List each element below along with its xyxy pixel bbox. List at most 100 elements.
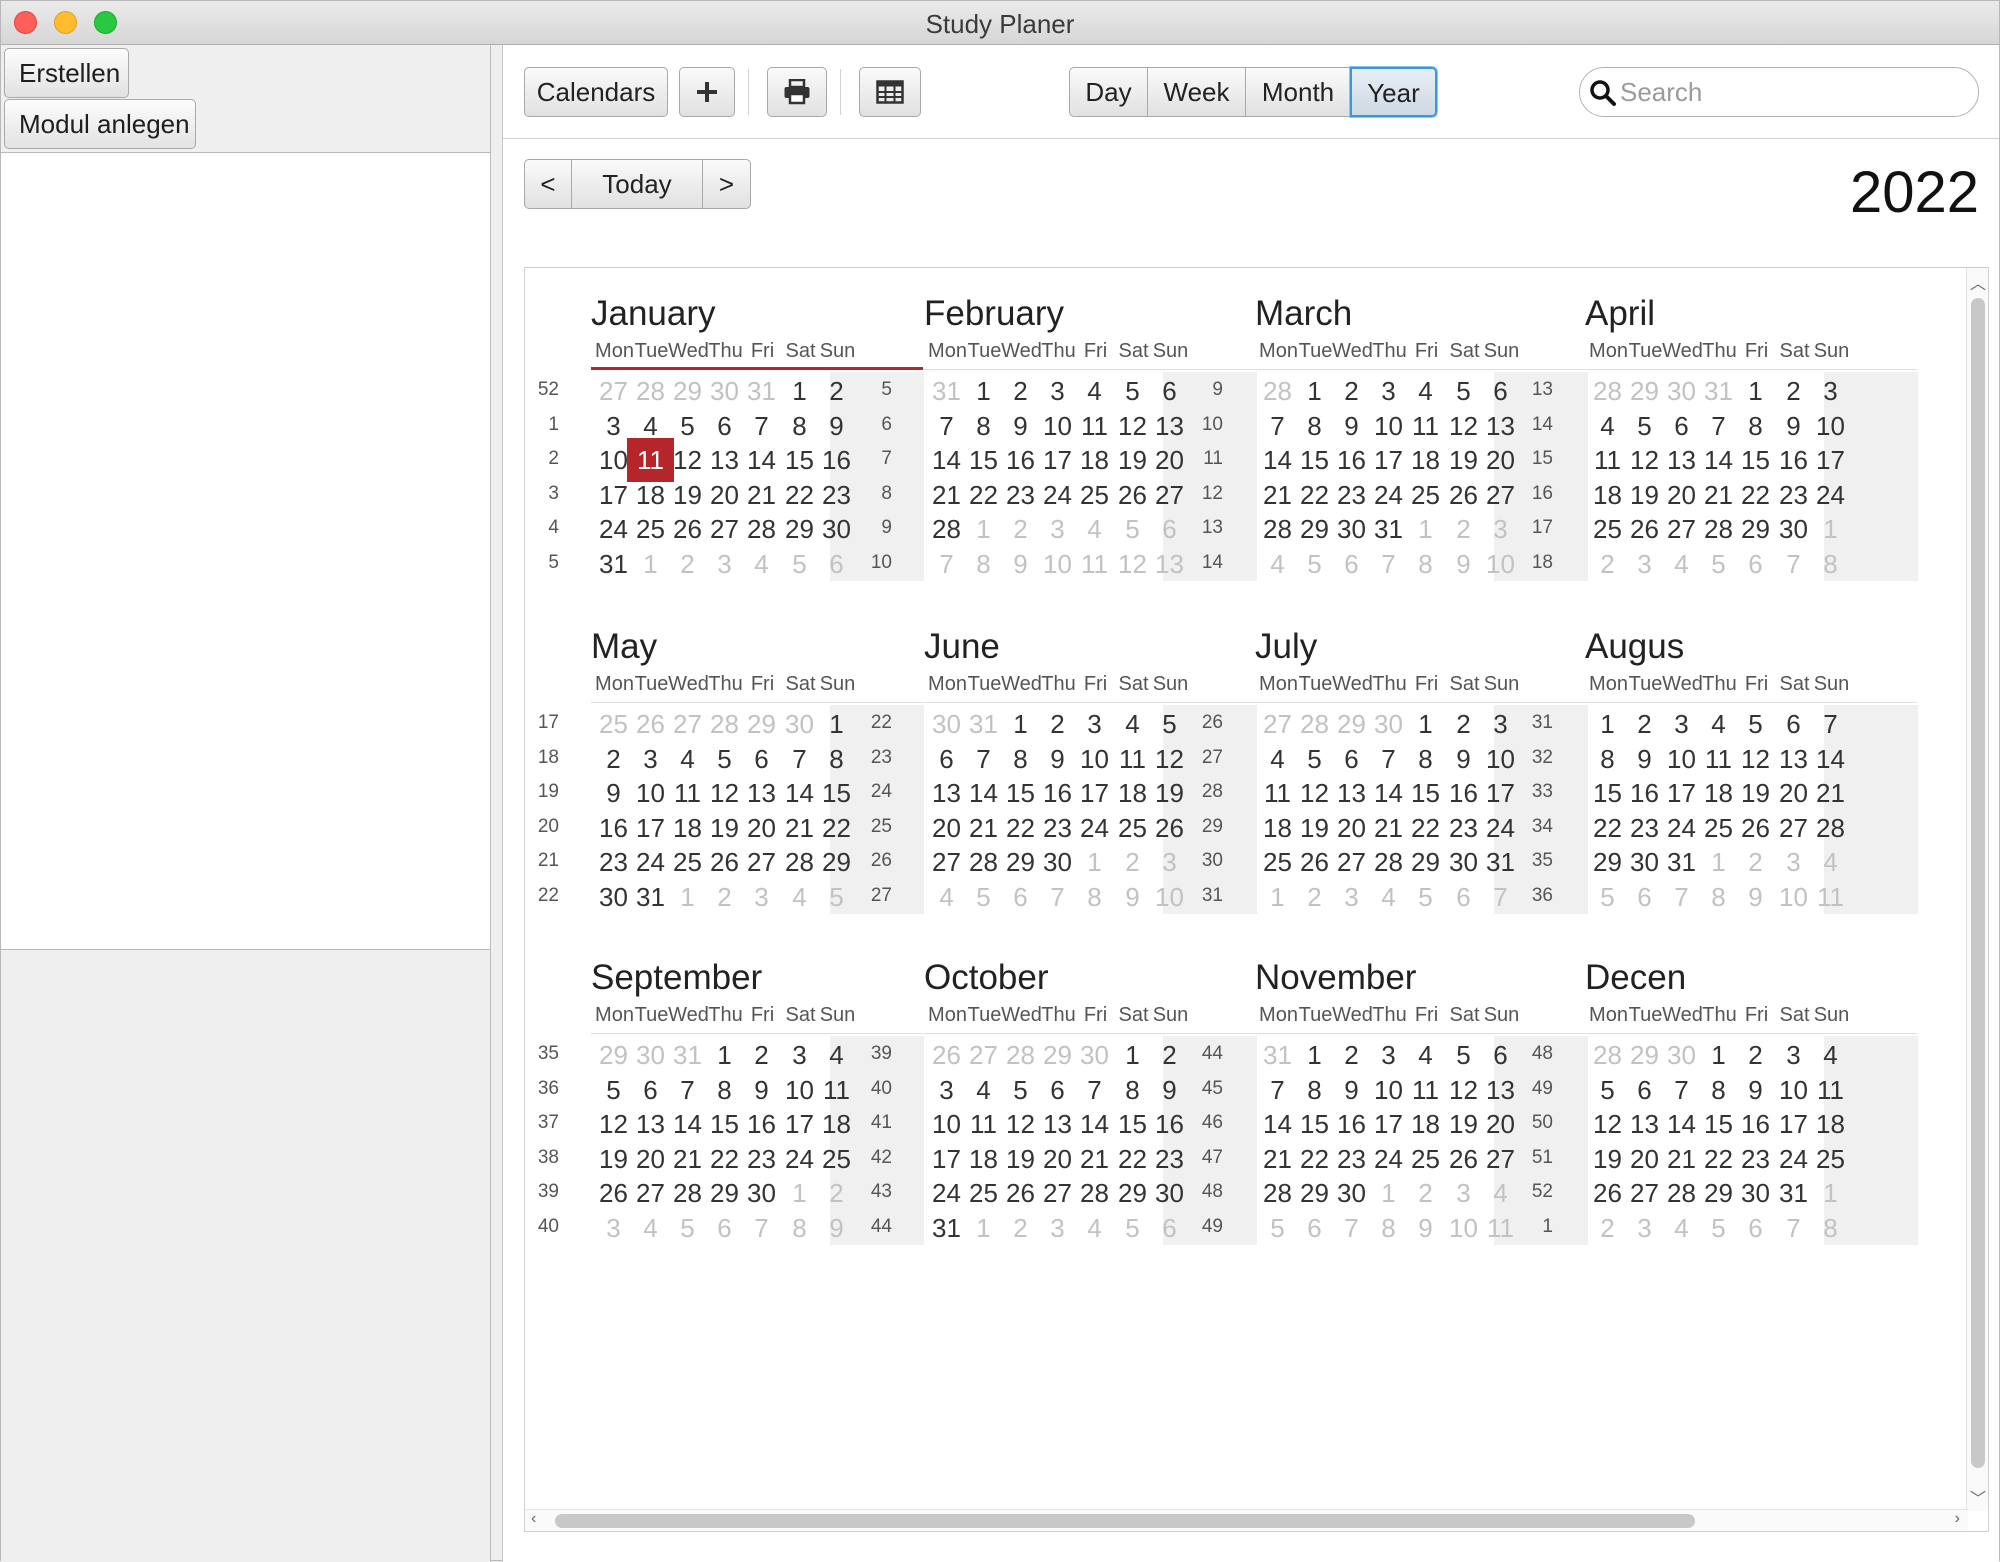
week-number: 43	[870, 1181, 892, 1202]
week-number: 48	[1201, 1181, 1223, 1202]
week-number: 9	[881, 517, 892, 538]
horizontal-scrollbar[interactable]: ‹ ›	[525, 1509, 1968, 1531]
weekday-label: Sun	[1483, 340, 1520, 362]
year-title: 2022	[1849, 160, 1979, 225]
month-card: September Mon Tue Wed Thu Fri Sat Sun 35 29 30 31 1 2…	[525, 932, 924, 1352]
week-number: 11	[1203, 448, 1223, 469]
scroll-up-icon[interactable]: ︿	[1970, 270, 1986, 294]
month-view-button[interactable]: Month	[1245, 67, 1351, 117]
week-number: 36	[537, 1077, 559, 1099]
month-title: July	[1255, 627, 1318, 666]
search-input[interactable]	[1620, 73, 1960, 111]
day-cell[interactable]: 10	[1477, 542, 1524, 586]
today-button[interactable]: Today	[571, 159, 703, 209]
month-title: March	[1255, 294, 1353, 333]
scroll-left-icon[interactable]: ‹	[531, 1510, 536, 1528]
week-number: 7	[881, 448, 892, 469]
week-number: 6	[881, 413, 892, 435]
weekday-header: Mon Tue Wed Thu Fri Sat Sun	[1585, 1004, 1917, 1034]
week-number: 28	[1201, 781, 1223, 802]
week-number: 41	[870, 1112, 892, 1133]
vertical-scrollbar[interactable]: ︿ ﹀	[1966, 268, 1988, 1511]
erstellen-button[interactable]: Erstellen	[4, 48, 129, 98]
week-number: 13	[1531, 379, 1553, 400]
calendars-button[interactable]: Calendars	[524, 67, 668, 117]
day-cell[interactable]: 13	[1146, 542, 1193, 586]
week-number: 12	[1201, 482, 1223, 504]
week-number: 36	[1531, 884, 1553, 906]
weekday-label: Sun	[1813, 673, 1850, 695]
plus-icon	[697, 82, 717, 102]
week-number: 22	[870, 712, 892, 733]
table-view-button[interactable]	[859, 67, 921, 117]
calendar-toolbar: Calendars Day Week Month Year	[503, 45, 1999, 139]
vertical-scroll-thumb[interactable]	[1971, 298, 1985, 1468]
week-number: 34	[1531, 815, 1553, 837]
weekday-label: Sun	[819, 340, 856, 362]
day-cell[interactable]: 5	[813, 875, 860, 919]
week-number: 3	[548, 482, 559, 504]
week-number: 19	[537, 781, 559, 802]
week-number: 44	[870, 1215, 892, 1237]
weekday-label: Sun	[819, 1004, 856, 1026]
month-title: June	[924, 627, 1000, 666]
day-cell[interactable]: 6	[1146, 1206, 1193, 1250]
year-grid[interactable]: January Mon Tue Wed Thu Fri Sat Sun 52 27 28 29 30 31…	[524, 267, 1989, 1532]
month-title: February	[924, 294, 1065, 333]
week-number: 47	[1201, 1146, 1223, 1168]
month-title: May	[591, 627, 658, 666]
week-number: 40	[537, 1215, 559, 1237]
week-number: 20	[537, 815, 559, 837]
previous-button[interactable]: <	[524, 159, 572, 209]
day-cell[interactable]: 6	[813, 542, 860, 586]
day-cell[interactable]: 7	[1477, 875, 1524, 919]
week-number: 8	[881, 482, 892, 504]
day-view-button[interactable]: Day	[1069, 67, 1148, 117]
day-cell[interactable]: 11	[1807, 875, 1854, 919]
print-button[interactable]	[767, 67, 827, 117]
day-cell[interactable]: 8	[1807, 1206, 1854, 1250]
week-number: 37	[537, 1112, 559, 1133]
week-number: 9	[1212, 379, 1223, 400]
week-number: 42	[870, 1146, 892, 1168]
week-number: 39	[537, 1181, 559, 1202]
modul-anlegen-button[interactable]: Modul anlegen	[4, 99, 196, 149]
weekday-label: Sun	[819, 673, 856, 695]
weekday-label: Sun	[1483, 673, 1520, 695]
month-title: November	[1255, 958, 1417, 997]
week-number: 44	[1201, 1043, 1223, 1064]
scroll-down-icon[interactable]: ﹀	[1970, 1485, 1986, 1509]
weekday-header: Mon Tue Wed Thu Fri Sat Sun	[1585, 673, 1917, 703]
week-number: 45	[1201, 1077, 1223, 1099]
week-number: 26	[870, 850, 892, 871]
year-view-button[interactable]: Year	[1350, 67, 1437, 117]
date-navigation: < Today >	[524, 159, 751, 209]
title-bar: Study Planer	[1, 1, 1999, 45]
week-view-button[interactable]: Week	[1147, 67, 1246, 117]
week-number: 23	[870, 746, 892, 768]
day-cell[interactable]: 9	[813, 1206, 860, 1250]
day-cell[interactable]: 10	[1146, 875, 1193, 919]
day-cell[interactable]: 8	[1807, 542, 1854, 586]
next-button[interactable]: >	[702, 159, 751, 209]
week-number: 49	[1531, 1077, 1553, 1099]
add-entry-button[interactable]	[679, 67, 735, 117]
module-list[interactable]	[1, 152, 490, 950]
calendar-view: Calendars Day Week Month Year Search < T…	[502, 45, 1999, 1562]
month-title: April	[1585, 294, 1656, 333]
week-number: 13	[1201, 517, 1223, 538]
week-number: 48	[1531, 1043, 1553, 1064]
search-field[interactable]	[1579, 67, 1979, 117]
week-number: 35	[537, 1043, 559, 1064]
week-number: 31	[1201, 884, 1223, 906]
week-number: 29	[1201, 815, 1223, 837]
month-title: October	[924, 958, 1049, 997]
week-number: 49	[1201, 1215, 1223, 1237]
week-number: 22	[537, 884, 559, 906]
day-cell[interactable]: 11	[1477, 1206, 1524, 1250]
horizontal-scroll-thumb[interactable]	[555, 1514, 1695, 1528]
search-icon	[1590, 80, 1616, 106]
month-title: September	[591, 958, 763, 997]
weekday-label: Sun	[1813, 340, 1850, 362]
scroll-right-icon[interactable]: ›	[1955, 1510, 1960, 1528]
